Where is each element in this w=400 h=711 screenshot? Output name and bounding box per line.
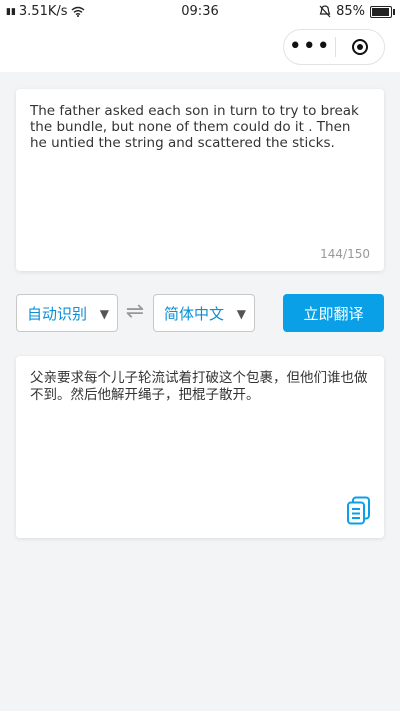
target-icon bbox=[352, 39, 369, 55]
target-language-select[interactable]: 简体中文 ▼ bbox=[153, 294, 255, 332]
source-language-select[interactable]: 自动识别 ▼ bbox=[16, 294, 118, 332]
result-text: 父亲要求每个儿子轮流试着打破这个包裹，但他们谁也做不到。然后他解开绳子，把棍子散… bbox=[30, 370, 368, 403]
status-bar: ▮▮ 3.51K/s 09:36 85% bbox=[0, 0, 400, 24]
char-counter: 144/150 bbox=[320, 247, 370, 261]
swap-languages-icon[interactable]: ⇌ bbox=[122, 300, 148, 326]
result-card: 父亲要求每个儿子轮流试着打破这个包裹，但他们谁也做不到。然后他解开绳子，把棍子散… bbox=[16, 356, 384, 538]
chevron-down-icon: ▼ bbox=[99, 307, 109, 321]
more-dots-icon[interactable]: ••• bbox=[284, 36, 335, 58]
close-button[interactable] bbox=[336, 39, 384, 55]
copy-icon[interactable] bbox=[346, 496, 372, 526]
translate-button[interactable]: 立即翻译 bbox=[283, 294, 384, 332]
source-language-label: 自动识别 bbox=[27, 304, 88, 323]
target-language-label: 简体中文 bbox=[164, 304, 225, 323]
battery-percent: 85% bbox=[336, 4, 365, 19]
source-textarea[interactable]: The father asked each son in turn to try… bbox=[30, 103, 370, 151]
mini-program-capsule: ••• bbox=[283, 29, 385, 65]
status-right: 85% bbox=[319, 4, 395, 19]
chevron-down-icon: ▼ bbox=[236, 307, 246, 321]
mute-bell-icon bbox=[319, 5, 331, 18]
nav-bar: ••• bbox=[0, 24, 400, 72]
battery-icon bbox=[370, 5, 395, 18]
language-row: 自动识别 ▼ ⇌ 简体中文 ▼ 立即翻译 bbox=[16, 294, 384, 332]
source-text-card[interactable]: The father asked each son in turn to try… bbox=[16, 89, 384, 271]
